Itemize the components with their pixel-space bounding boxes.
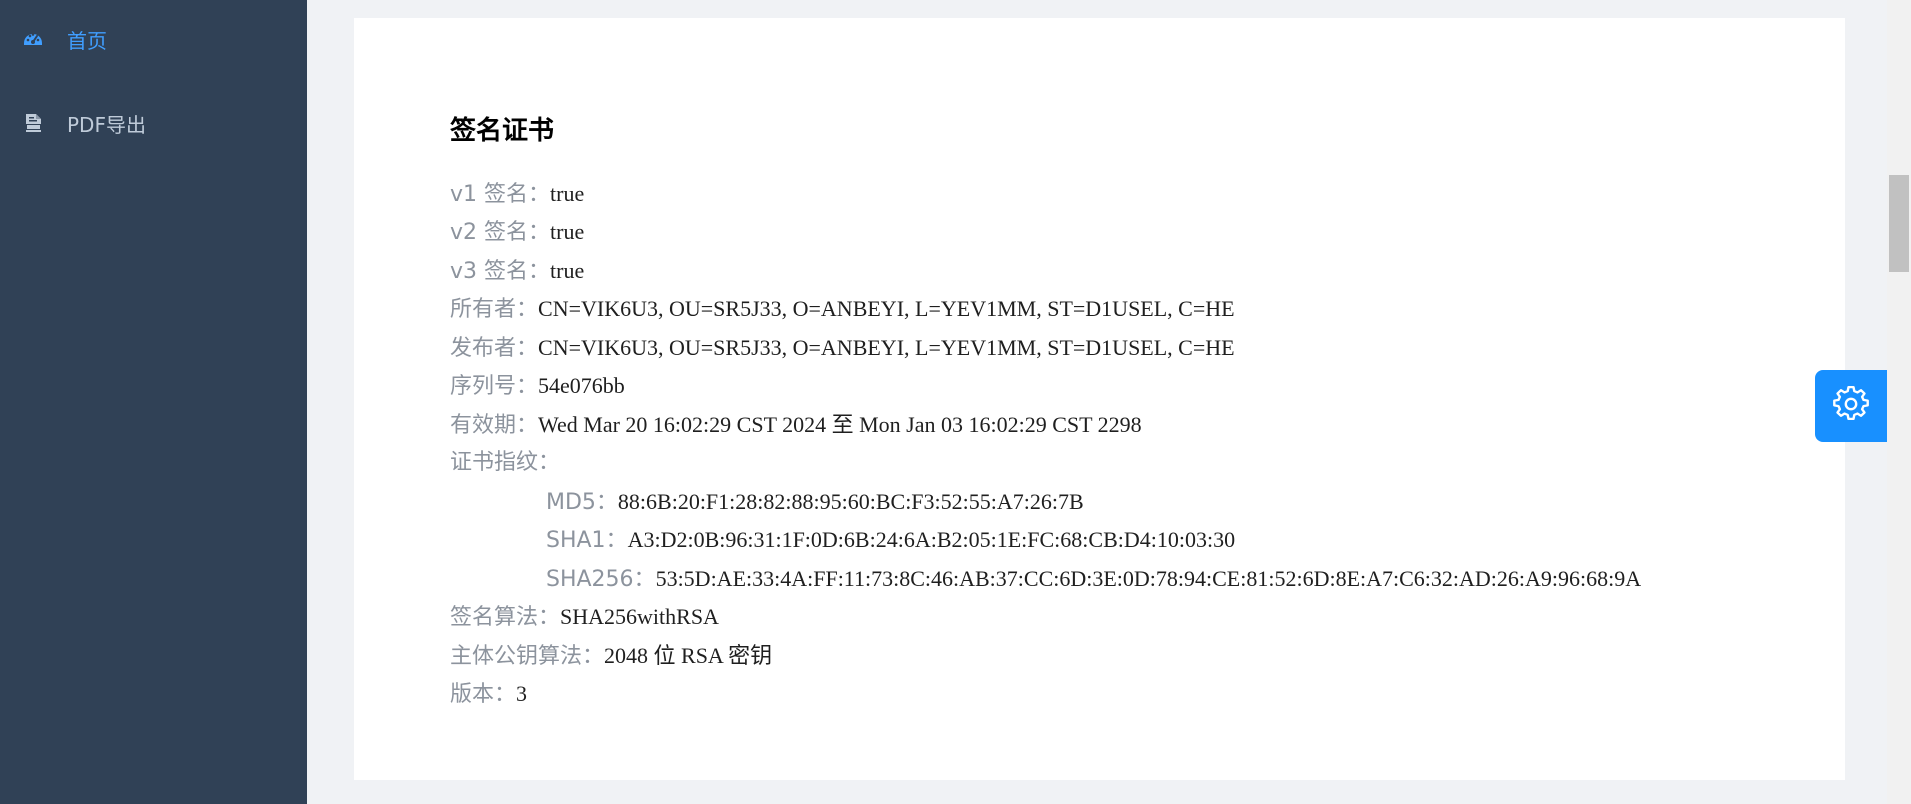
version-label: 版本： — [450, 682, 517, 707]
sidebar: 首页 PDF导出 — [0, 0, 307, 804]
v1-signature-label: v1 签名： — [450, 182, 551, 207]
sha1-value: A3:D2:0B:96:31:1F:0D:6B:24:6A:B2:05:1E:F… — [627, 527, 1236, 552]
sidebar-item-home[interactable]: 首页 — [0, 11, 307, 67]
pdf-file-icon — [22, 112, 44, 134]
v3-signature-row: v3 签名：true — [450, 255, 584, 287]
v2-signature-row: v2 签名：true — [450, 216, 584, 248]
owner-row: 所有者：CN=VIK6U3, OU=SR5J33, O=ANBEYI, L=YE… — [450, 293, 1235, 325]
sha256-row: SHA256：53:5D:AE:33:4A:FF:11:73:8C:46:AB:… — [546, 563, 1641, 595]
serial-value: 54e076bb — [538, 373, 625, 398]
page-title: 签名证书 — [450, 116, 555, 146]
fingerprint-row: 证书指纹： — [450, 447, 560, 479]
owner-value: CN=VIK6U3, OU=SR5J33, O=ANBEYI, L=YEV1MM… — [538, 296, 1235, 321]
sidebar-item-pdf-export[interactable]: PDF导出 — [0, 95, 307, 151]
dashboard-icon — [22, 28, 44, 50]
public-key-algorithm-row: 主体公钥算法：2048 位 RSA 密钥 — [450, 640, 772, 672]
settings-button[interactable] — [1815, 370, 1887, 442]
sidebar-item-label: 首页 — [67, 28, 107, 53]
validity-row: 有效期：Wed Mar 20 16:02:29 CST 2024 至 Mon J… — [450, 409, 1142, 441]
signature-algorithm-value: SHA256withRSA — [560, 604, 719, 629]
serial-label: 序列号： — [450, 374, 539, 399]
certificate-card: 签名证书 v1 签名：true v2 签名：true v3 签名：true 所有… — [354, 18, 1845, 780]
validity-value: Wed Mar 20 16:02:29 CST 2024 至 Mon Jan 0… — [538, 412, 1142, 437]
public-key-algorithm-value: 2048 位 RSA 密钥 — [604, 643, 773, 668]
issuer-label: 发布者： — [450, 336, 539, 361]
v2-signature-value: true — [550, 219, 585, 244]
scrollbar-thumb[interactable] — [1889, 175, 1909, 272]
owner-label: 所有者： — [450, 297, 539, 322]
scrollbar-track[interactable] — [1887, 0, 1911, 804]
version-row: 版本：3 — [450, 678, 527, 710]
md5-value: 88:6B:20:F1:28:82:88:95:60:BC:F3:52:55:A… — [617, 489, 1084, 514]
sidebar-item-label: PDF导出 — [67, 112, 146, 137]
gear-icon — [1833, 386, 1869, 426]
sha256-value: 53:5D:AE:33:4A:FF:11:73:8C:46:AB:37:CC:6… — [655, 566, 1642, 591]
v2-signature-label: v2 签名： — [450, 220, 551, 245]
v1-signature-row: v1 签名：true — [450, 178, 584, 210]
issuer-row: 发布者：CN=VIK6U3, OU=SR5J33, O=ANBEYI, L=YE… — [450, 332, 1235, 364]
signature-algorithm-label: 签名算法： — [450, 605, 561, 630]
v1-signature-value: true — [550, 181, 585, 206]
md5-label: MD5： — [546, 490, 618, 515]
validity-label: 有效期： — [450, 413, 539, 438]
sha1-row: SHA1：A3:D2:0B:96:31:1F:0D:6B:24:6A:B2:05… — [546, 524, 1235, 556]
main-content: 签名证书 v1 签名：true v2 签名：true v3 签名：true 所有… — [307, 0, 1911, 804]
version-value: 3 — [516, 681, 528, 706]
sha256-label: SHA256： — [546, 567, 656, 592]
md5-row: MD5：88:6B:20:F1:28:82:88:95:60:BC:F3:52:… — [546, 486, 1084, 518]
fingerprint-label: 证书指纹： — [450, 450, 561, 475]
public-key-algorithm-label: 主体公钥算法： — [450, 644, 605, 669]
sha1-label: SHA1： — [546, 528, 628, 553]
v3-signature-value: true — [550, 258, 585, 283]
issuer-value: CN=VIK6U3, OU=SR5J33, O=ANBEYI, L=YEV1MM… — [538, 335, 1235, 360]
serial-row: 序列号：54e076bb — [450, 370, 625, 402]
v3-signature-label: v3 签名： — [450, 259, 551, 284]
signature-algorithm-row: 签名算法：SHA256withRSA — [450, 601, 719, 633]
